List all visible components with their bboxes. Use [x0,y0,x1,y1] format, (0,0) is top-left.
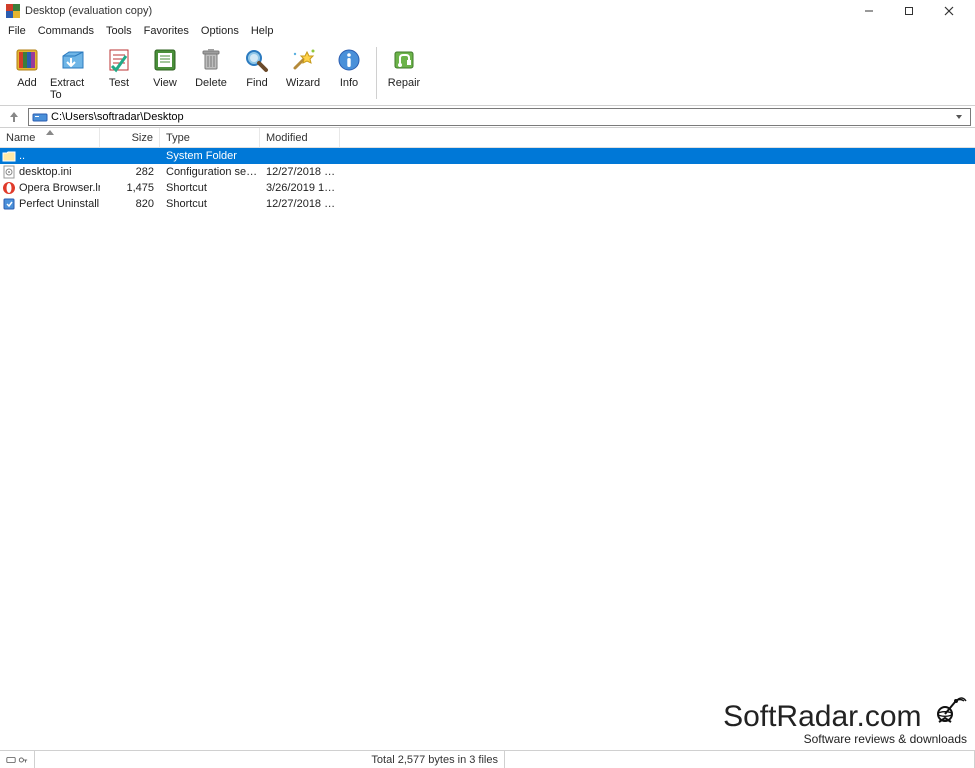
file-name: Opera Browser.lnk [19,182,100,194]
repair-button[interactable]: Repair [381,43,427,91]
window-title: Desktop (evaluation copy) [25,5,152,17]
drive-icon [32,110,48,124]
file-name: Perfect Uninstall... [19,198,100,210]
delete-button[interactable]: Delete [188,43,234,91]
toolbar-label: Find [246,77,267,89]
toolbar: Add Extract To Test View Delete Find Wizard Inf… [0,40,975,106]
key-icon [18,755,28,765]
view-icon [149,45,181,75]
find-icon [241,45,273,75]
menu-help[interactable]: Help [245,24,280,38]
titlebar: Desktop (evaluation copy) [0,0,975,22]
menu-favorites[interactable]: Favorites [138,24,195,38]
column-header-modified[interactable]: Modified [260,128,340,147]
wizard-button[interactable]: Wizard [280,43,326,91]
toolbar-label: Delete [195,77,227,89]
maximize-button[interactable] [889,0,929,22]
extract-icon [57,45,89,75]
file-size: 1,475 [100,182,160,194]
file-type: Shortcut [160,182,260,194]
file-modified: 12/27/2018 12:... [260,198,340,210]
column-header-size[interactable]: Size [100,128,160,147]
address-bar: C:\Users\softradar\Desktop [0,106,975,128]
file-row[interactable]: desktop.ini 282Configuration setti...12/2… [0,164,975,180]
toolbar-separator [376,47,377,99]
file-name: desktop.ini [19,166,72,178]
close-button[interactable] [929,0,969,22]
address-dropdown-icon[interactable] [954,112,970,122]
file-list[interactable]: .. System Folder desktop.ini 282Configurati… [0,148,975,750]
wizard-icon [287,45,319,75]
column-header-type[interactable]: Type [160,128,260,147]
menubar: FileCommandsToolsFavoritesOptionsHelp [0,22,975,40]
add-icon [11,45,43,75]
ini-icon [2,165,16,179]
extract-button[interactable]: Extract To [50,43,96,103]
test-button[interactable]: Test [96,43,142,91]
file-name: .. [19,150,25,162]
menu-file[interactable]: File [2,24,32,38]
file-size: 282 [100,166,160,178]
delete-icon [195,45,227,75]
status-total: Total 2,577 bytes in 3 files [35,751,505,768]
file-row[interactable]: Perfect Uninstall...820Shortcut12/27/201… [0,196,975,212]
toolbar-label: Info [340,77,358,89]
up-button[interactable] [4,108,24,126]
toolbar-label: Wizard [286,77,320,89]
view-button[interactable]: View [142,43,188,91]
column-headers: Name Size Type Modified [0,128,975,148]
uninstall-icon [2,197,16,211]
address-text: C:\Users\softradar\Desktop [51,111,954,123]
add-button[interactable]: Add [4,43,50,91]
info-icon [333,45,365,75]
toolbar-label: Test [109,77,129,89]
menu-commands[interactable]: Commands [32,24,100,38]
file-row[interactable]: .. System Folder [0,148,975,164]
repair-icon [388,45,420,75]
file-size: 820 [100,198,160,210]
file-modified: 12/27/2018 1:3... [260,166,340,178]
file-type: Shortcut [160,198,260,210]
toolbar-label: Repair [388,77,420,89]
toolbar-label: View [153,77,177,89]
file-row[interactable]: Opera Browser.lnk1,475Shortcut3/26/2019 … [0,180,975,196]
find-button[interactable]: Find [234,43,280,91]
test-icon [103,45,135,75]
status-icons [0,751,35,768]
menu-tools[interactable]: Tools [100,24,138,38]
opera-icon [2,181,16,195]
file-modified: 3/26/2019 10:0... [260,182,340,194]
column-header-name[interactable]: Name [0,128,100,147]
minimize-button[interactable] [849,0,889,22]
menu-options[interactable]: Options [195,24,245,38]
app-icon [6,4,20,18]
folder-up-icon [2,149,16,163]
file-type: System Folder [160,150,260,162]
address-combo[interactable]: C:\Users\softradar\Desktop [28,108,971,126]
file-type: Configuration setti... [160,166,260,178]
statusbar: Total 2,577 bytes in 3 files [0,750,975,768]
info-button[interactable]: Info [326,43,372,91]
status-empty [505,751,975,768]
toolbar-label: Add [17,77,37,89]
disk-icon [6,755,16,765]
toolbar-label: Extract To [50,77,96,101]
